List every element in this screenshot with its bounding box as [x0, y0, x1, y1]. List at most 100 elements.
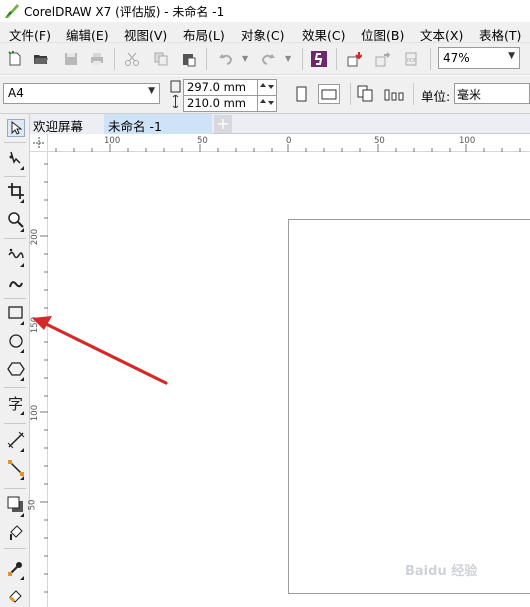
copy-icon[interactable]: [153, 51, 169, 67]
flyout-indicator: [20, 349, 24, 353]
print-icon[interactable]: [89, 51, 105, 67]
toolbar-separator: [206, 48, 207, 70]
toolbox-separator: [4, 548, 26, 549]
ruler-label: 100: [459, 136, 476, 146]
ruler-label: 50: [27, 499, 38, 511]
ruler-label: 100: [104, 136, 121, 146]
portrait-orientation-icon[interactable]: [296, 86, 308, 102]
shape-tool-icon[interactable]: [7, 149, 25, 167]
toolbox-separator: [4, 176, 26, 177]
page-height-value: 210.0 mm: [187, 96, 246, 110]
eyedropper-tool-icon[interactable]: [7, 559, 25, 577]
artistic-media-tool-icon[interactable]: [7, 275, 25, 293]
zoom-level-select[interactable]: 47% ▼: [438, 47, 520, 69]
units-select[interactable]: 毫米: [454, 83, 530, 104]
pick-tool-icon[interactable]: [7, 119, 25, 137]
flyout-indicator: [20, 377, 24, 381]
ruler-origin-icon: [33, 137, 45, 149]
cut-icon[interactable]: [124, 51, 140, 67]
ruler-label: 50: [197, 136, 208, 146]
flyout-indicator: [20, 476, 24, 480]
parallel-dimension-tool-icon[interactable]: [7, 431, 25, 449]
menu-object[interactable]: 对象(C): [241, 25, 284, 44]
ellipse-tool-icon[interactable]: [7, 332, 25, 350]
all-pages-icon[interactable]: [357, 85, 375, 103]
interactive-fill-tool-icon[interactable]: [7, 586, 25, 604]
toolbox-separator: [4, 387, 26, 388]
current-page-icon[interactable]: [384, 86, 404, 102]
ruler-label: 100: [30, 404, 41, 422]
window-title: CorelDRAW X7 (评估版) - 未命名 -1: [24, 5, 225, 19]
page-height-spinner[interactable]: [257, 95, 277, 112]
flyout-indicator: [20, 448, 24, 452]
freehand-tool-icon[interactable]: [7, 246, 25, 264]
toolbox: 字: [0, 114, 30, 607]
menu-bar: 文件(F) 编辑(E) 视图(V) 布局(L) 对象(C) 效果(C) 位图(B…: [0, 22, 530, 43]
redo-dropdown-icon[interactable]: ▼: [285, 54, 291, 63]
watermark-logo: Baidu 经验: [405, 564, 478, 579]
undo-icon[interactable]: [218, 51, 234, 67]
ruler-origin[interactable]: [30, 134, 48, 152]
page-size-select[interactable]: A4 ▼: [3, 83, 160, 104]
ruler-label: 200: [30, 228, 41, 246]
horizontal-ruler[interactable]: 100 50 0 50 100: [48, 134, 530, 152]
flyout-indicator: [20, 321, 24, 325]
menu-edit[interactable]: 编辑(E): [66, 25, 109, 44]
landscape-orientation-icon[interactable]: [318, 84, 340, 104]
new-icon[interactable]: [7, 51, 23, 67]
menu-view[interactable]: 视图(V): [124, 25, 167, 44]
crop-tool-icon[interactable]: [7, 182, 25, 200]
page-width-spinner[interactable]: [257, 79, 277, 96]
rectangle-tool-icon[interactable]: [7, 304, 25, 322]
svg-text:PDF: PDF: [407, 58, 417, 64]
tab-untitled-1[interactable]: 未命名 -1: [104, 114, 212, 134]
menu-table[interactable]: 表格(T): [479, 25, 521, 44]
export-icon[interactable]: [374, 51, 390, 67]
drop-shadow-tool-icon[interactable]: [7, 496, 25, 514]
menu-bitmaps[interactable]: 位图(B): [361, 25, 404, 44]
save-icon[interactable]: [63, 51, 79, 67]
import-icon[interactable]: [346, 51, 362, 67]
toolbar-separator: [430, 48, 431, 70]
document-tab-bar: 欢迎屏幕 未命名 -1 +: [30, 114, 530, 134]
svg-text:字: 字: [8, 395, 23, 412]
page-width-value: 297.0 mm: [187, 80, 246, 94]
paste-icon[interactable]: [181, 51, 197, 67]
open-icon[interactable]: [33, 51, 49, 67]
redo-icon[interactable]: [260, 51, 276, 67]
chevron-down-icon: ▼: [508, 51, 515, 61]
polygon-tool-icon[interactable]: [7, 360, 25, 378]
flyout-indicator: [20, 166, 24, 170]
zoom-tool-icon[interactable]: [7, 211, 25, 229]
document-page[interactable]: [288, 219, 530, 594]
toolbox-separator: [4, 423, 26, 424]
page-width-field[interactable]: 297.0 mm: [183, 79, 258, 96]
menu-file[interactable]: 文件(F): [9, 25, 51, 44]
annotation-arrow-icon: [32, 316, 168, 385]
toolbox-separator: [4, 142, 26, 143]
ruler-label: 0: [286, 136, 292, 146]
page-height-icon: [172, 95, 179, 108]
transparency-tool-icon[interactable]: [7, 524, 25, 542]
tab-welcome-screen[interactable]: 欢迎屏幕: [30, 114, 104, 134]
flyout-indicator: [20, 263, 24, 267]
tab-label: 未命名 -1: [108, 119, 162, 134]
menu-effects[interactable]: 效果(C): [302, 25, 345, 44]
new-tab-button[interactable]: +: [214, 115, 232, 133]
publish-pdf-icon[interactable]: PDF: [403, 51, 419, 67]
title-bar: CorelDRAW X7 (评估版) - 未命名 -1: [0, 0, 530, 22]
text-tool-icon[interactable]: 字: [7, 394, 25, 412]
toolbar-separator: [114, 48, 115, 70]
toolbox-separator: [4, 298, 26, 299]
flyout-indicator: [20, 513, 24, 517]
undo-dropdown-icon[interactable]: ▼: [242, 54, 248, 63]
menu-layout[interactable]: 布局(L): [183, 25, 225, 44]
page-width-icon: [170, 80, 181, 93]
corel-connect-icon[interactable]: [311, 51, 327, 67]
page-height-field[interactable]: 210.0 mm: [183, 95, 258, 112]
menu-text[interactable]: 文本(X): [420, 25, 463, 44]
flyout-indicator: [20, 576, 24, 580]
flyout-indicator: [20, 228, 24, 232]
connector-tool-icon[interactable]: [7, 459, 25, 477]
chevron-down-icon: ▼: [148, 86, 155, 96]
